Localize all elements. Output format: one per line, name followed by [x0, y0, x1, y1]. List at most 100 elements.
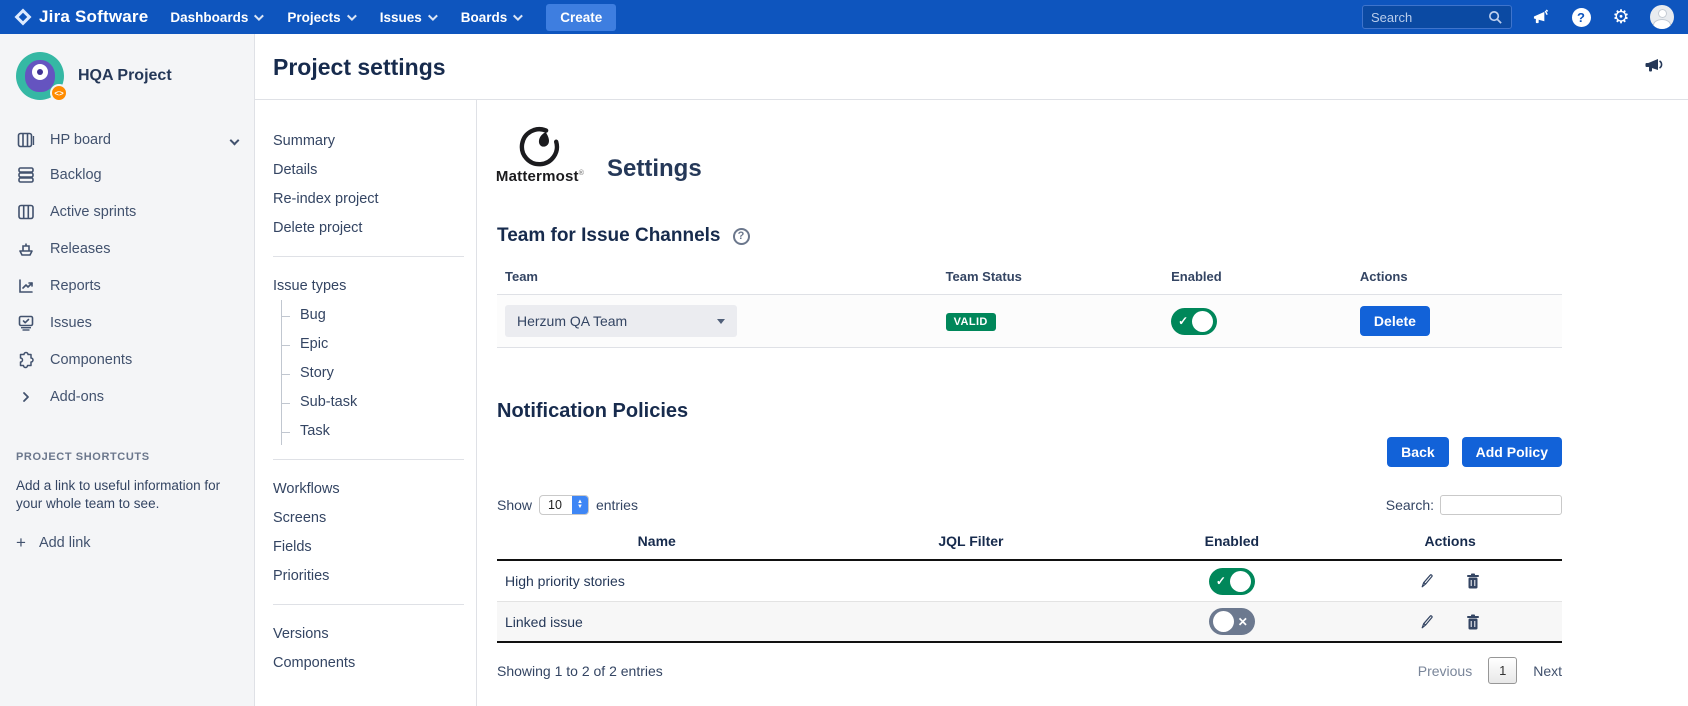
- settings-nav-delete-project[interactable]: Delete project: [273, 213, 476, 242]
- policy-name: High priority stories: [497, 573, 817, 589]
- settings-nav-subtask[interactable]: Sub-task: [282, 387, 464, 416]
- team-table: Team Team Status Enabled Actions Herzum …: [497, 261, 1562, 348]
- edit-policy-icon[interactable]: [1418, 613, 1436, 631]
- global-search[interactable]: [1362, 5, 1512, 29]
- sidebar-item-releases[interactable]: Releases: [12, 230, 242, 267]
- project-settings-nav: Summary Details Re-index project Delete …: [255, 100, 477, 706]
- settings-nav-fields[interactable]: Fields: [273, 532, 464, 561]
- settings-nav-summary[interactable]: Summary: [273, 126, 476, 155]
- col-name[interactable]: Name: [497, 533, 817, 549]
- top-navbar: Jira Software Dashboards Projects Issues…: [0, 0, 1688, 34]
- entries-label: entries: [596, 497, 638, 513]
- team-delete-button[interactable]: Delete: [1360, 306, 1430, 336]
- menu-label: Projects: [287, 10, 340, 25]
- col-jql-filter[interactable]: JQL Filter: [817, 533, 1126, 549]
- search-icon[interactable]: [1488, 10, 1503, 25]
- delete-policy-icon[interactable]: [1464, 613, 1482, 631]
- policy-row-high-priority: High priority stories ✓: [497, 561, 1562, 602]
- team-select[interactable]: Herzum QA Team: [505, 305, 737, 337]
- sidebar-item-components[interactable]: Components: [12, 341, 242, 378]
- back-button[interactable]: Back: [1387, 437, 1448, 467]
- page-size-value: 10: [540, 498, 572, 512]
- sidebar-item-label: Backlog: [50, 167, 102, 183]
- menu-label: Dashboards: [170, 10, 248, 25]
- main-menu: Dashboards Projects Issues Boards: [170, 10, 520, 25]
- sidebar-item-reports[interactable]: Reports: [12, 267, 242, 304]
- previous-page-button[interactable]: Previous: [1418, 663, 1472, 679]
- settings-nav-bug[interactable]: Bug: [282, 300, 464, 329]
- search-input[interactable]: [1371, 10, 1488, 25]
- check-icon: ✓: [1213, 574, 1229, 588]
- policies-heading-text: Notification Policies: [497, 400, 688, 423]
- delete-policy-icon[interactable]: [1464, 572, 1482, 590]
- settings-nav-workflows[interactable]: Workflows: [273, 474, 464, 503]
- current-page-button[interactable]: 1: [1488, 657, 1517, 684]
- help-icon[interactable]: ?: [1570, 6, 1592, 28]
- chevron-down-icon: [254, 11, 264, 21]
- check-icon: ✓: [1175, 314, 1191, 328]
- help-question-icon[interactable]: ?: [733, 228, 750, 245]
- project-shortcuts-title: PROJECT SHORTCUTS: [16, 451, 238, 463]
- team-table-row: Herzum QA Team VALID ✓ Delete: [497, 295, 1562, 348]
- add-link-button[interactable]: + Add link: [16, 533, 238, 553]
- settings-nav-issue-types[interactable]: Issue types: [273, 271, 464, 300]
- policies-table-header: Name JQL Filter Enabled Actions: [497, 525, 1562, 561]
- project-shortcuts-description: Add a link to useful information for you…: [16, 477, 238, 513]
- next-page-button[interactable]: Next: [1533, 663, 1562, 679]
- edit-policy-icon[interactable]: [1418, 572, 1436, 590]
- releases-icon: [16, 239, 36, 259]
- col-enabled[interactable]: Enabled: [1125, 533, 1338, 549]
- megaphone-icon[interactable]: [1530, 6, 1552, 28]
- col-actions: Actions: [1360, 269, 1554, 284]
- settings-nav-components[interactable]: Components: [273, 648, 464, 677]
- settings-nav-priorities[interactable]: Priorities: [273, 561, 464, 590]
- settings-nav-versions[interactable]: Versions: [273, 619, 464, 648]
- menu-issues[interactable]: Issues: [380, 10, 435, 25]
- jira-brand[interactable]: Jira Software: [14, 7, 148, 27]
- search-label: Search:: [1386, 497, 1434, 513]
- menu-projects[interactable]: Projects: [287, 10, 353, 25]
- settings-nav-epic[interactable]: Epic: [282, 329, 464, 358]
- sidebar-item-addons[interactable]: Add-ons: [12, 378, 242, 415]
- create-button[interactable]: Create: [546, 4, 616, 31]
- settings-nav-screens[interactable]: Screens: [273, 503, 464, 532]
- table-search-input[interactable]: [1440, 495, 1562, 515]
- sidebar-item-label: Releases: [50, 241, 110, 257]
- add-policy-button[interactable]: Add Policy: [1462, 437, 1562, 467]
- board-name: HP board: [50, 132, 111, 148]
- menu-boards[interactable]: Boards: [461, 10, 521, 25]
- user-avatar[interactable]: [1650, 5, 1674, 29]
- policy-enabled-toggle[interactable]: ✕: [1209, 608, 1255, 635]
- notification-policies-section: Notification Policies Back Add Policy Sh…: [497, 400, 1562, 684]
- mattermost-logo: Mattermost®: [497, 126, 583, 185]
- board-icon: [16, 130, 36, 150]
- project-sidebar: <> HQA Project HP board Backlog Active s…: [0, 34, 255, 706]
- sidebar-item-label: Reports: [50, 278, 101, 294]
- team-enabled-toggle[interactable]: ✓: [1171, 308, 1217, 335]
- settings-gear-icon[interactable]: ⚙: [1610, 6, 1632, 28]
- sidebar-item-issues[interactable]: Issues: [12, 304, 242, 341]
- menu-dashboards[interactable]: Dashboards: [170, 10, 261, 25]
- settings-nav-story[interactable]: Story: [282, 358, 464, 387]
- policy-enabled-toggle[interactable]: ✓: [1209, 568, 1255, 595]
- settings-nav-reindex[interactable]: Re-index project: [273, 184, 476, 213]
- page-size-select[interactable]: 10 ▲▼: [539, 495, 589, 515]
- settings-nav-task[interactable]: Task: [282, 416, 464, 445]
- table-footer: Showing 1 to 2 of 2 entries Previous 1 N…: [497, 657, 1562, 684]
- settings-nav-details[interactable]: Details: [273, 155, 476, 184]
- project-header[interactable]: <> HQA Project: [12, 52, 242, 100]
- announcement-icon[interactable]: [1644, 56, 1664, 79]
- team-select-value: Herzum QA Team: [517, 313, 627, 329]
- sidebar-item-backlog[interactable]: Backlog: [12, 156, 242, 193]
- sidebar-item-active-sprints[interactable]: Active sprints: [12, 193, 242, 230]
- col-actions[interactable]: Actions: [1338, 533, 1562, 549]
- sidebar-item-label: Add-ons: [50, 389, 104, 405]
- board-switcher[interactable]: HP board: [16, 130, 238, 150]
- sidebar-item-label: Components: [50, 352, 132, 368]
- dropdown-caret-icon: [717, 319, 725, 324]
- col-team-status: Team Status: [946, 269, 1172, 284]
- project-name: HQA Project: [78, 67, 172, 85]
- chevron-down-icon: [230, 135, 240, 145]
- policies-table: Name JQL Filter Enabled Actions High pri…: [497, 525, 1562, 643]
- sprints-icon: [16, 202, 36, 222]
